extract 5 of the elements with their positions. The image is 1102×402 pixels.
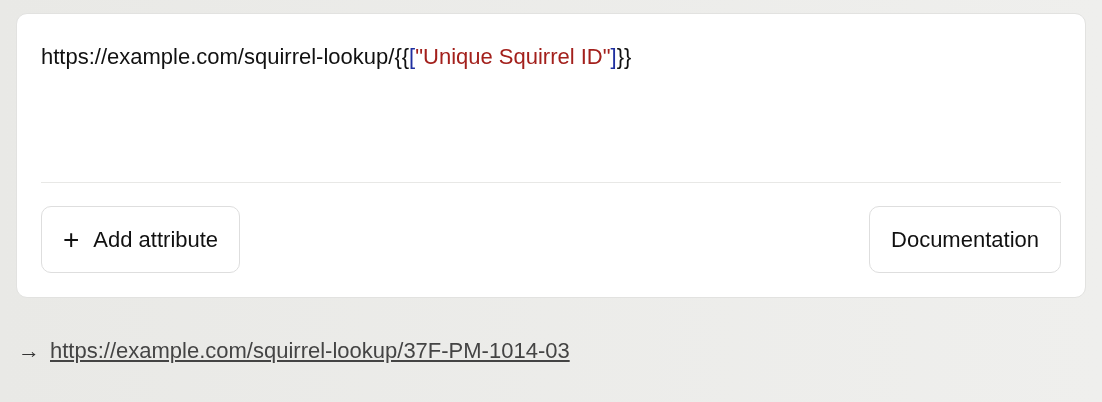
preview-link[interactable]: https://example.com/squirrel-lookup/37F-PM-1014-03 xyxy=(50,338,570,364)
add-attribute-button[interactable]: + Add attribute xyxy=(41,206,241,273)
template-input-field[interactable]: https://example.com/squirrel-lookup/{{["Unique Squirrel ID"]}} xyxy=(41,44,1061,163)
arrow-icon: → xyxy=(18,338,40,364)
documentation-button[interactable]: Documentation xyxy=(869,206,1061,273)
